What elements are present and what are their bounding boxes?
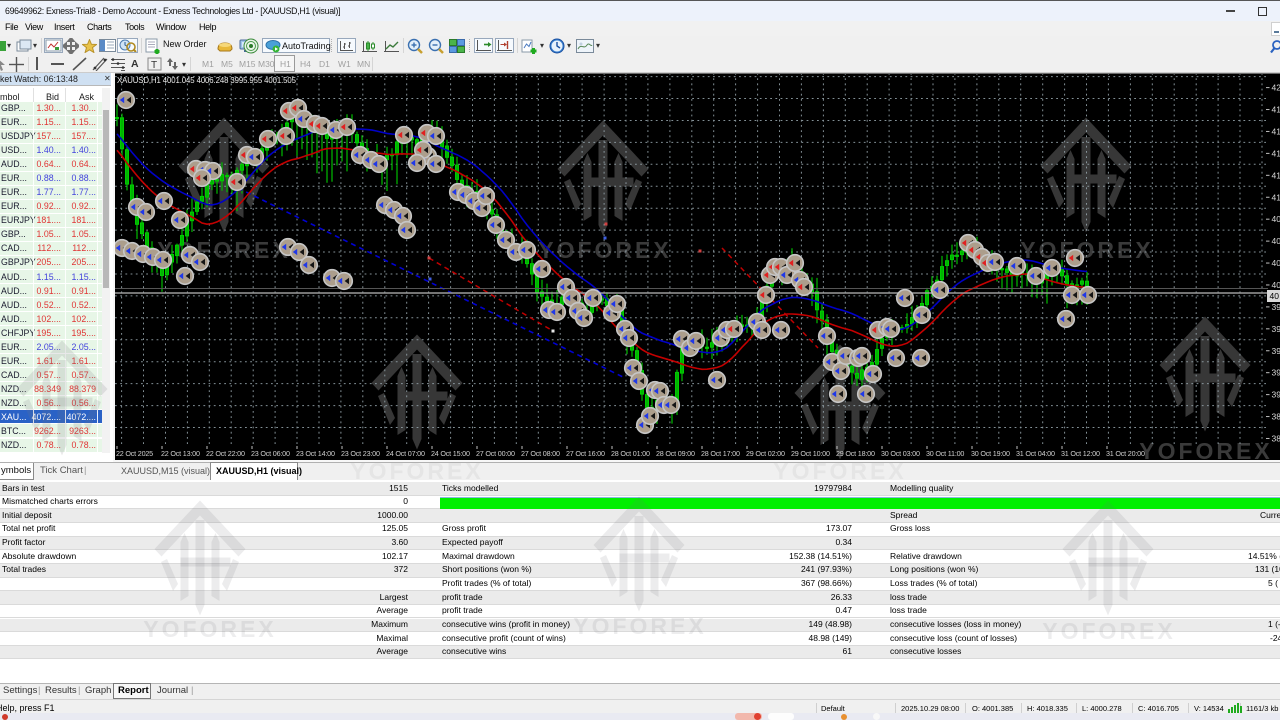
svg-text:4210: 4210 [1272, 83, 1280, 93]
svg-text:4056: 4056 [1272, 236, 1280, 246]
svg-text:3946: 3946 [1272, 346, 1280, 356]
svg-text:30 Oct 19:00: 30 Oct 19:00 [971, 449, 1010, 458]
svg-text:22 Oct 22:00: 22 Oct 22:00 [206, 449, 245, 458]
svg-text:23 Oct 06:00: 23 Oct 06:00 [251, 449, 290, 458]
svg-text:22 Oct 2025: 22 Oct 2025 [116, 449, 153, 458]
svg-text:T: T [151, 60, 157, 71]
svg-text:23 Oct 23:00: 23 Oct 23:00 [341, 449, 380, 458]
svg-text:3990: 3990 [1272, 302, 1280, 312]
svg-text:29 Oct 18:00: 29 Oct 18:00 [836, 449, 875, 458]
svg-text:YOFOREX: YOFOREX [1139, 438, 1272, 462]
svg-text:23 Oct 14:00: 23 Oct 14:00 [296, 449, 335, 458]
svg-text:4100: 4100 [1272, 192, 1280, 202]
svg-text:24 Oct 15:00: 24 Oct 15:00 [431, 449, 470, 458]
svg-text:3968: 3968 [1272, 324, 1280, 334]
svg-text:31 Oct 20:00: 31 Oct 20:00 [1106, 449, 1145, 458]
svg-text:4144: 4144 [1272, 148, 1280, 158]
svg-text:4078: 4078 [1272, 214, 1280, 224]
svg-text:4166: 4166 [1272, 126, 1280, 136]
svg-text:XAUUSD,H1 4001.045 4006.248 39: XAUUSD,H1 4001.045 4006.248 3995.955 400… [117, 76, 297, 85]
svg-text:28 Oct 01:00: 28 Oct 01:00 [611, 449, 650, 458]
svg-text:3880: 3880 [1272, 412, 1280, 422]
svg-text:22 Oct 13:00: 22 Oct 13:00 [161, 449, 200, 458]
svg-text:31 Oct 04:00: 31 Oct 04:00 [1016, 449, 1055, 458]
svg-text:40: 40 [1270, 291, 1280, 301]
svg-text:28 Oct 17:00: 28 Oct 17:00 [701, 449, 740, 458]
svg-text:4188: 4188 [1272, 105, 1280, 115]
svg-text:30 Oct 03:00: 30 Oct 03:00 [881, 449, 920, 458]
svg-text:28 Oct 09:00: 28 Oct 09:00 [656, 449, 695, 458]
svg-text:27 Oct 16:00: 27 Oct 16:00 [566, 449, 605, 458]
svg-text:3924: 3924 [1272, 368, 1280, 378]
svg-text:29 Oct 10:00: 29 Oct 10:00 [791, 449, 830, 458]
svg-text:4122: 4122 [1272, 170, 1280, 180]
svg-text:4034: 4034 [1272, 258, 1280, 268]
svg-text:27 Oct 00:00: 27 Oct 00:00 [476, 449, 515, 458]
svg-text:27 Oct 08:00: 27 Oct 08:00 [521, 449, 560, 458]
svg-text:3858: 3858 [1272, 433, 1280, 443]
svg-text:30 Oct 11:00: 30 Oct 11:00 [926, 449, 964, 458]
svg-text:29 Oct 02:00: 29 Oct 02:00 [746, 449, 785, 458]
svg-text:24 Oct 07:00: 24 Oct 07:00 [386, 449, 425, 458]
svg-text:3902: 3902 [1272, 390, 1280, 400]
svg-text:31 Oct 12:00: 31 Oct 12:00 [1061, 449, 1100, 458]
svg-text:4012: 4012 [1272, 280, 1280, 290]
